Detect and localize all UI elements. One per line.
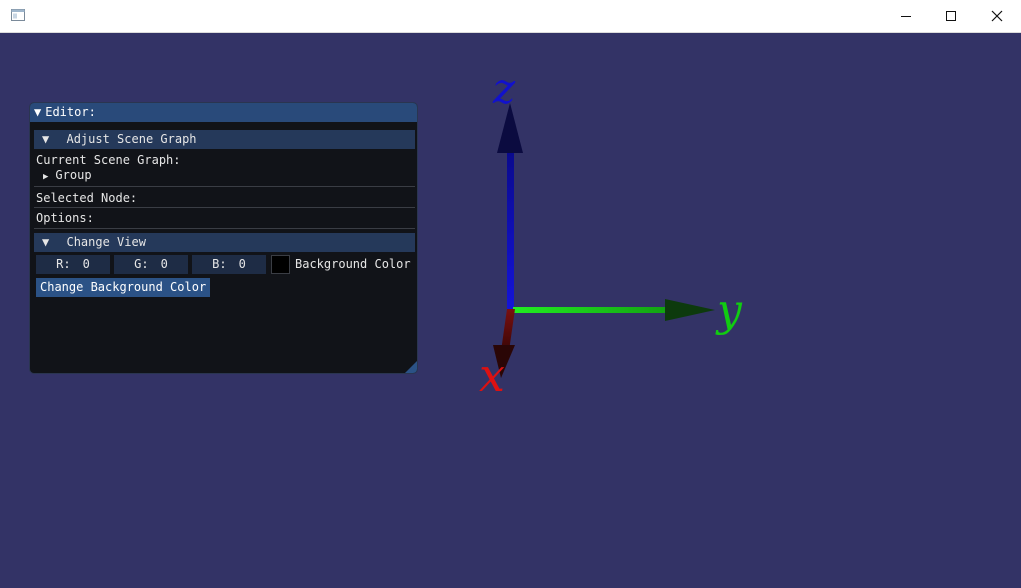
green-value: 0 [160, 257, 168, 271]
separator [34, 228, 415, 229]
green-label: G: [134, 257, 149, 271]
x-axis-line [501, 309, 515, 351]
maximize-icon [946, 11, 956, 21]
section-change-view[interactable]: ▼ Change View [34, 233, 415, 252]
editor-title-text: Editor: [45, 105, 96, 119]
editor-window[interactable]: ▼ Editor: ▼ Adjust Scene Graph Current Sc… [29, 102, 418, 374]
y-axis-line [513, 307, 685, 313]
x-axis-label: x [479, 348, 505, 402]
background-color-label: Background Color [295, 257, 411, 271]
blue-input[interactable]: B: 0 [192, 255, 266, 274]
options-label: Options: [36, 211, 94, 225]
green-input[interactable]: G: 0 [114, 255, 188, 274]
section-header-label: Adjust Scene Graph [66, 132, 197, 146]
separator [34, 207, 415, 208]
red-value: 0 [82, 257, 90, 271]
z-axis-label: z [492, 64, 516, 113]
close-icon [991, 10, 1003, 22]
collapse-arrow-icon[interactable]: ▼ [34, 103, 41, 122]
y-axis-label: y [715, 285, 743, 336]
resize-grip[interactable] [405, 361, 417, 373]
blue-label: B: [212, 257, 227, 271]
section-header-label: Change View [66, 235, 146, 249]
selected-node-label: Selected Node: [36, 191, 138, 205]
red-label: R: [56, 257, 71, 271]
section-adjust-scene-graph[interactable]: ▼ Adjust Scene Graph [34, 130, 415, 149]
maximize-button[interactable] [928, 0, 974, 32]
expand-arrow-icon: ▶ [43, 172, 49, 182]
y-axis-arrow [665, 299, 715, 321]
collapse-arrow-icon: ▼ [42, 132, 50, 146]
app-window-icon [11, 9, 25, 21]
editor-titlebar[interactable]: ▼ Editor: [30, 103, 417, 122]
change-background-color-button[interactable]: Change Background Color [36, 278, 211, 297]
window-titlebar [0, 0, 1021, 33]
tree-node-label: Group [55, 168, 92, 182]
minimize-button[interactable] [883, 0, 929, 32]
z-axis-line [507, 145, 514, 310]
minimize-icon [901, 16, 911, 17]
color-swatch[interactable] [271, 255, 290, 274]
collapse-arrow-icon: ▼ [42, 235, 50, 249]
red-input[interactable]: R: 0 [36, 255, 110, 274]
separator [34, 186, 415, 187]
current-scene-graph-label: Current Scene Graph: [36, 153, 181, 167]
blue-value: 0 [238, 257, 246, 271]
close-button[interactable] [974, 0, 1020, 32]
tree-node-group[interactable]: ▶ Group [43, 168, 92, 184]
